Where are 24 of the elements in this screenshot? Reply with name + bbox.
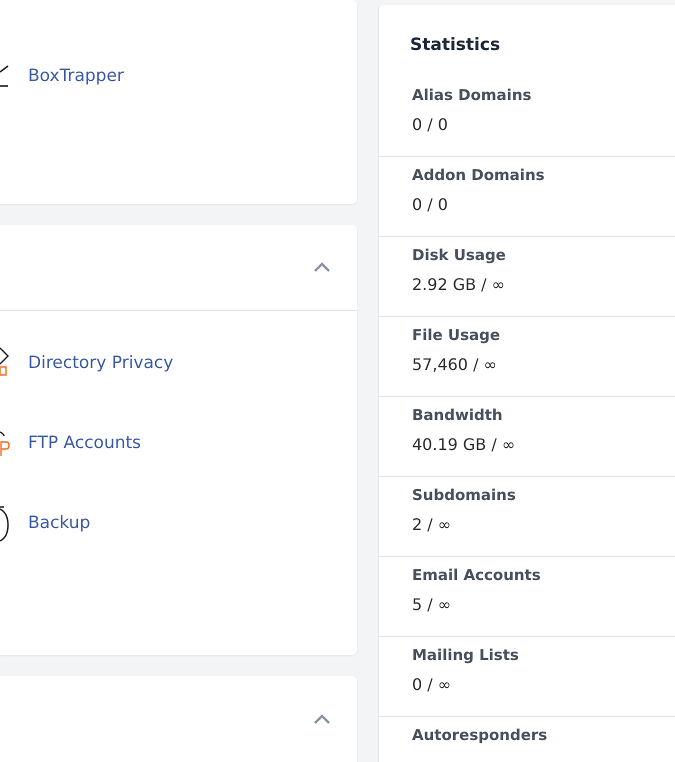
stat-value: 0 / 0 [412, 115, 449, 134]
stat-value: 57,460 / ∞ [412, 355, 498, 374]
panel-title: Statistics [409, 34, 502, 57]
chevron-up-icon[interactable] [313, 262, 331, 274]
stat-label: File Usage [412, 325, 502, 346]
stat-label: Autoresponders [412, 725, 548, 746]
stat-label: Addon Domains [412, 165, 546, 186]
tool-link[interactable]: Directory Privacy [28, 353, 174, 374]
stat-label: Bandwidth [412, 405, 504, 426]
stat-label: Subdomains [412, 485, 517, 506]
stat-label: Email Accounts [412, 565, 542, 586]
stat-label: Mailing Lists [412, 645, 520, 666]
stat-value: 5 / ∞ [412, 595, 452, 614]
tool-link[interactable]: FTP Accounts [28, 433, 142, 454]
stat-value: 2 / ∞ [412, 515, 452, 534]
stat-value: 0 / 0 [412, 195, 449, 214]
stat-value: 2.92 GB / ∞ [412, 275, 506, 294]
stat-value: 40.19 GB / ∞ [412, 435, 516, 454]
tool-link[interactable]: Backup [28, 513, 90, 534]
stat-value: 0 / ∞ [412, 675, 452, 694]
chevron-up-icon[interactable] [313, 714, 331, 724]
stat-label: Disk Usage [412, 245, 507, 266]
tool-link[interactable]: BoxTrapper [28, 66, 124, 86]
stat-label: Alias Domains [412, 85, 532, 106]
